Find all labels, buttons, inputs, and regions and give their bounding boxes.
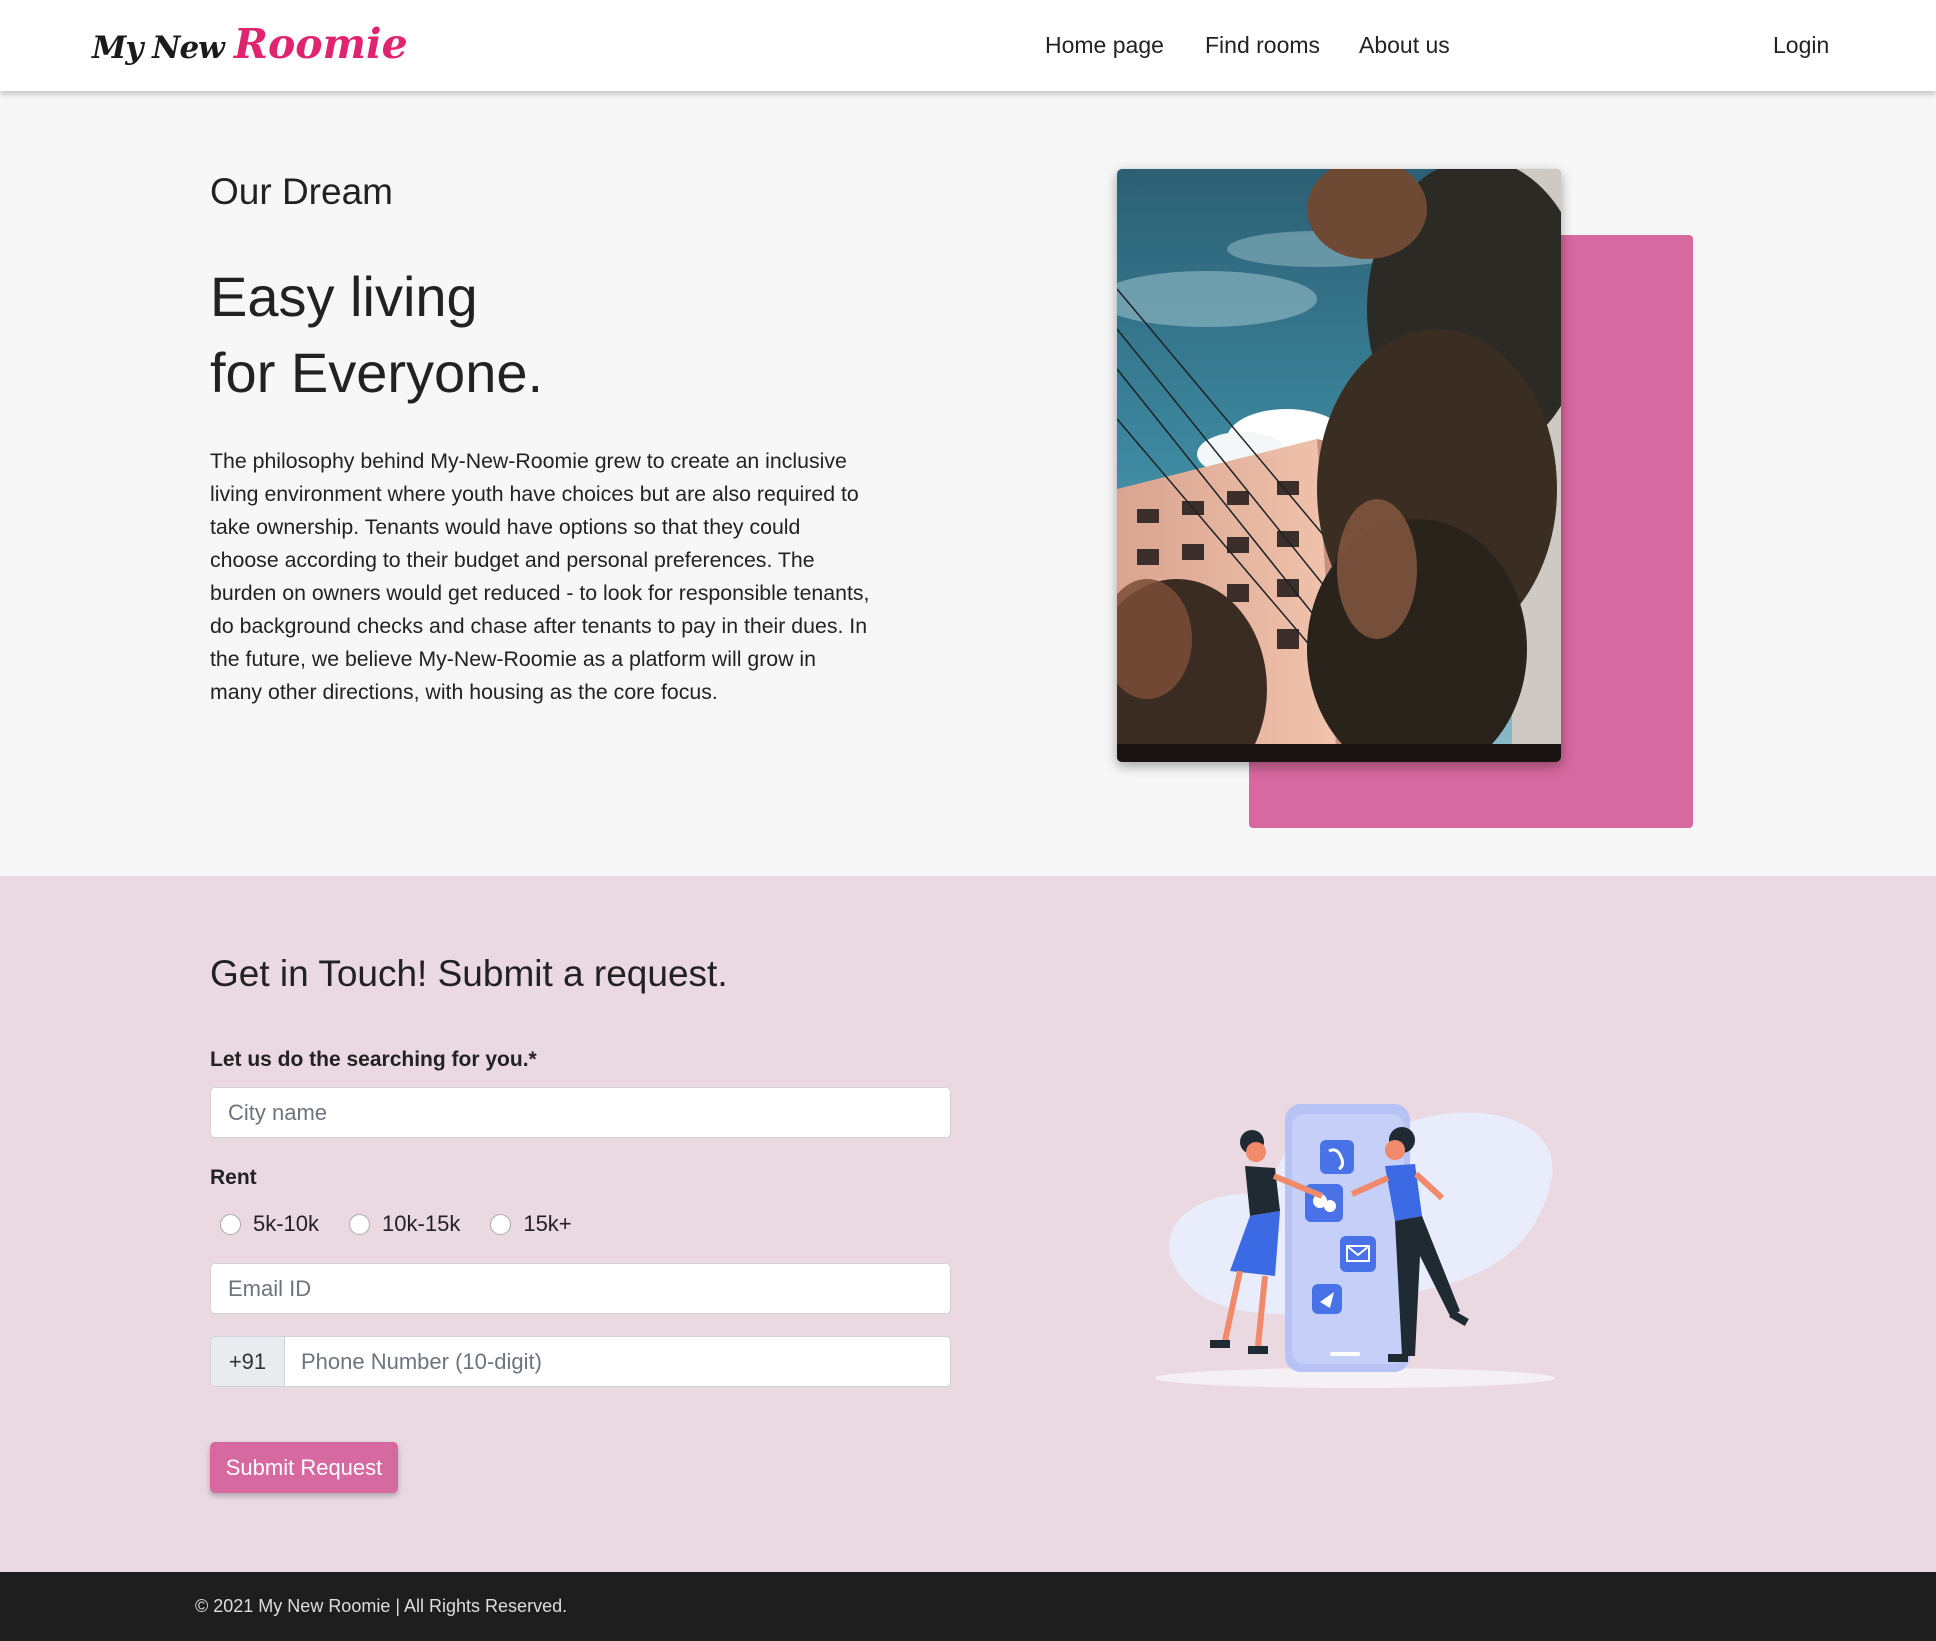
hero-description: The philosophy behind My-New-Roomie grew… [210, 449, 870, 704]
hero-headline-line-2: for Everyone. [210, 341, 544, 404]
nav-link-about-us[interactable]: About us [1359, 32, 1450, 59]
hero-section: Our Dream Easy living for Everyone. The … [0, 91, 1936, 876]
radio-button[interactable] [349, 1213, 371, 1235]
search-label: Let us do the searching for you.* [210, 1048, 537, 1071]
rent-option-label: 5k-10k [253, 1211, 320, 1236]
radio-button[interactable] [220, 1213, 241, 1235]
rent-option-10k-15k[interactable]: 10k-15k [349, 1211, 460, 1237]
rent-option-15k-plus[interactable]: 15k+ [490, 1211, 572, 1237]
rent-option-label: 15k+ [523, 1211, 572, 1236]
email-input[interactable] [210, 1263, 951, 1314]
contact-section: Get in Touch! Submit a request. Let us d… [0, 876, 1936, 1572]
navbar: My New Roomie Home page Find rooms About… [0, 0, 1936, 91]
nav-link-find-rooms[interactable]: Find rooms [1205, 32, 1320, 59]
hero-eyebrow: Our Dream [210, 171, 393, 212]
rent-option-5k-10k[interactable]: 5k-10k [220, 1211, 319, 1237]
logo-text-roomie: Roomie [233, 20, 408, 68]
phone-country-code: +91 [210, 1336, 284, 1387]
contact-illustration [1155, 1104, 1555, 1388]
building-photo-graphic [1117, 169, 1561, 762]
phone-input-group: +91 [210, 1336, 951, 1387]
city-name-input[interactable] [210, 1087, 951, 1138]
rent-option-label: 10k-15k [382, 1211, 461, 1236]
logo-text-my-new: My New [92, 30, 225, 66]
contact-title: Get in Touch! Submit a request. [210, 953, 728, 994]
radio-button[interactable] [490, 1213, 512, 1235]
footer-copyright: © 2021 My New Roomie | All Rights Reserv… [195, 1596, 568, 1616]
rent-label: Rent [210, 1166, 257, 1189]
phone-number-input[interactable] [284, 1336, 951, 1387]
login-link[interactable]: Login [1773, 32, 1829, 59]
nav-link-home[interactable]: Home page [1045, 32, 1164, 59]
hero-headline: Easy living for Everyone. [210, 259, 543, 411]
brand-logo[interactable]: My New Roomie [92, 20, 408, 70]
hero-headline-line-1: Easy living [210, 265, 478, 328]
rent-radio-group: 5k-10k 10k-15k 15k+ [220, 1208, 602, 1240]
building-photo [1117, 169, 1561, 762]
submit-request-button[interactable]: Submit Request [210, 1442, 398, 1493]
footer: © 2021 My New Roomie | All Rights Reserv… [0, 1572, 1936, 1641]
